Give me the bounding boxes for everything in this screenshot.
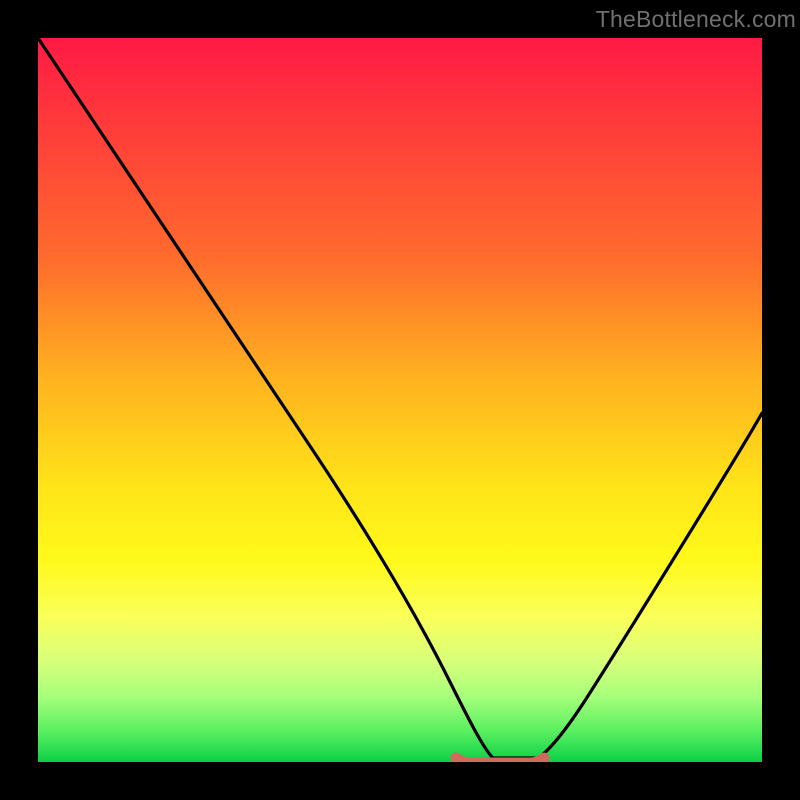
chart-svg: [38, 38, 762, 762]
bottleneck-curve: [38, 38, 762, 758]
chart-frame: TheBottleneck.com: [0, 0, 800, 800]
plot-area: [38, 38, 762, 762]
watermark-text: TheBottleneck.com: [596, 6, 796, 33]
flat-optimum-segment: [456, 758, 544, 762]
